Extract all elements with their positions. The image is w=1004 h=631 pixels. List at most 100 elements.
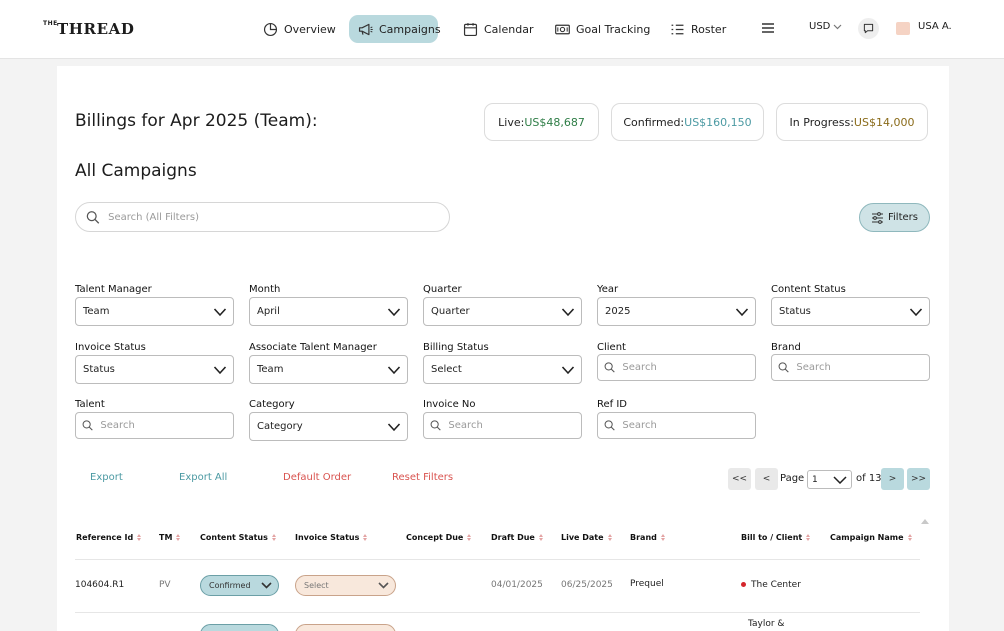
col-bill-to[interactable]: Bill to / Client bbox=[741, 533, 811, 542]
col-reference-id-label: Reference Id bbox=[76, 533, 134, 542]
live-billing-pill: Live: US$48,687 bbox=[484, 103, 599, 141]
avatar[interactable] bbox=[896, 22, 910, 35]
nav-goal-tracking[interactable]: Goal Tracking bbox=[546, 15, 658, 43]
row-reference-id[interactable]: 104604.R1 bbox=[75, 580, 124, 590]
next-page-button[interactable]: > bbox=[881, 468, 904, 490]
chat-button[interactable] bbox=[858, 18, 879, 39]
quarter-select[interactable]: Quarter bbox=[423, 297, 582, 326]
month-value: April bbox=[257, 306, 280, 317]
col-live-date[interactable]: Live Date bbox=[561, 533, 612, 542]
talent-manager-label: Talent Manager bbox=[75, 284, 152, 295]
brand-search[interactable] bbox=[771, 354, 930, 381]
export-link[interactable]: Export bbox=[90, 472, 123, 483]
row-brand: Prequel bbox=[630, 579, 664, 589]
user-name[interactable]: USA A. bbox=[918, 21, 952, 32]
ref-id-search-input[interactable] bbox=[622, 420, 755, 431]
col-campaign-name[interactable]: Campaign Name bbox=[830, 533, 912, 542]
row-live-date: 06/25/2025 bbox=[561, 580, 613, 590]
col-brand[interactable]: Brand bbox=[630, 533, 665, 542]
nav-roster[interactable]: Roster bbox=[661, 15, 734, 43]
confirmed-billing-pill: Confirmed: US$160,150 bbox=[611, 103, 764, 141]
brand-label: Brand bbox=[771, 342, 801, 353]
app-logo[interactable]: THE THREAD bbox=[43, 18, 134, 40]
menu-icon[interactable] bbox=[761, 21, 775, 35]
col-reference-id[interactable]: Reference Id bbox=[76, 533, 142, 542]
talent-search[interactable] bbox=[75, 412, 234, 439]
page-select[interactable]: 1 bbox=[807, 470, 852, 489]
nav-calendar[interactable]: Calendar bbox=[454, 15, 541, 43]
nav-goal-tracking-label: Goal Tracking bbox=[576, 22, 651, 36]
col-content-status[interactable]: Content Status bbox=[200, 533, 276, 542]
col-tm[interactable]: TM bbox=[159, 533, 181, 542]
search-input[interactable] bbox=[108, 211, 449, 223]
sort-icon bbox=[467, 534, 472, 541]
invoice-status-value: Status bbox=[83, 364, 115, 375]
talent-search-input[interactable] bbox=[100, 420, 233, 431]
sort-icon bbox=[907, 534, 912, 541]
content-status-dropdown[interactable]: Confirmed bbox=[200, 575, 279, 596]
export-all-link[interactable]: Export All bbox=[179, 472, 227, 483]
main-content-card bbox=[57, 66, 949, 631]
logo-small-text: THE bbox=[43, 20, 58, 27]
search-all-filters[interactable] bbox=[75, 202, 450, 232]
invoice-status-select[interactable]: Status bbox=[75, 355, 234, 384]
invoice-no-search-input[interactable] bbox=[448, 420, 581, 431]
content-status-dropdown[interactable] bbox=[200, 624, 279, 631]
client-search[interactable] bbox=[597, 354, 756, 381]
chevron-down-icon bbox=[261, 582, 272, 589]
live-label: Live: bbox=[498, 115, 525, 129]
section-title: All Campaigns bbox=[75, 161, 197, 181]
page-label: Page bbox=[780, 473, 805, 484]
nav-overview[interactable]: Overview bbox=[254, 15, 344, 43]
chevron-down-icon bbox=[909, 307, 923, 316]
invoice-no-search[interactable] bbox=[423, 412, 582, 439]
col-content-status-label: Content Status bbox=[200, 533, 268, 542]
sort-arrow-icon[interactable] bbox=[921, 519, 929, 524]
associate-tm-select[interactable]: Team bbox=[249, 355, 408, 384]
chevron-down-icon bbox=[213, 307, 227, 316]
sort-icon bbox=[806, 534, 811, 541]
talent-manager-value: Team bbox=[83, 306, 110, 317]
ref-id-search[interactable] bbox=[597, 412, 756, 439]
chevron-down-icon bbox=[561, 307, 575, 316]
prev-page-button[interactable]: < bbox=[755, 468, 778, 490]
category-select[interactable]: Category bbox=[249, 412, 408, 441]
sort-icon bbox=[137, 534, 142, 541]
first-page-button[interactable]: << bbox=[728, 468, 751, 490]
row-bill-to-label: The Center bbox=[751, 580, 801, 590]
ref-id-label: Ref ID bbox=[597, 399, 627, 410]
sort-icon bbox=[660, 534, 665, 541]
last-page-button[interactable]: >> bbox=[907, 468, 930, 490]
client-search-input[interactable] bbox=[622, 362, 755, 373]
table-divider bbox=[75, 612, 920, 613]
pie-chart-icon bbox=[263, 22, 278, 36]
col-invoice-status-label: Invoice Status bbox=[295, 533, 360, 542]
currency-selector[interactable]: USD bbox=[809, 21, 842, 32]
content-status-select[interactable]: Status bbox=[771, 297, 930, 326]
sort-icon bbox=[538, 534, 543, 541]
search-icon bbox=[604, 420, 615, 431]
col-draft-due[interactable]: Draft Due bbox=[491, 533, 543, 542]
col-invoice-status[interactable]: Invoice Status bbox=[295, 533, 368, 542]
chevron-down-icon bbox=[378, 582, 389, 589]
nav-campaigns[interactable]: Campaigns bbox=[349, 15, 441, 43]
col-concept-due[interactable]: Concept Due bbox=[406, 533, 472, 542]
invoice-status-dropdown[interactable] bbox=[295, 624, 396, 631]
nav-roster-label: Roster bbox=[691, 22, 727, 36]
reset-filters-link[interactable]: Reset Filters bbox=[392, 472, 453, 483]
default-order-link[interactable]: Default Order bbox=[283, 472, 351, 483]
billing-status-value: Select bbox=[431, 364, 462, 375]
talent-label: Talent bbox=[75, 399, 105, 410]
invoice-status-dropdown[interactable]: Select bbox=[295, 575, 396, 596]
sort-icon bbox=[363, 534, 368, 541]
talent-manager-select[interactable]: Team bbox=[75, 297, 234, 326]
filters-button[interactable]: Filters bbox=[859, 203, 930, 232]
year-select[interactable]: 2025 bbox=[597, 297, 756, 326]
col-draft-due-label: Draft Due bbox=[491, 533, 535, 542]
month-select[interactable]: April bbox=[249, 297, 408, 326]
billing-status-select[interactable]: Select bbox=[423, 355, 582, 384]
associate-tm-value: Team bbox=[257, 364, 284, 375]
row-bill-to: The Center bbox=[741, 580, 801, 590]
brand-search-input[interactable] bbox=[796, 362, 929, 373]
sort-icon bbox=[607, 534, 612, 541]
